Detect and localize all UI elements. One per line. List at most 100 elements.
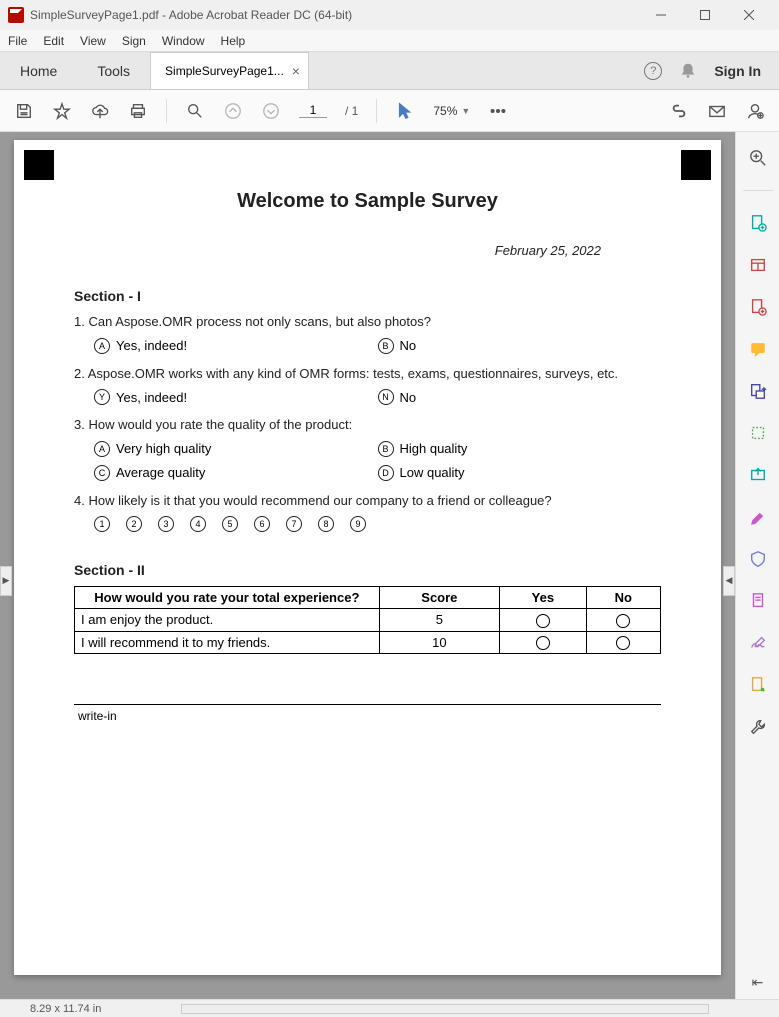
bubble-b: B xyxy=(378,338,394,354)
star-icon[interactable] xyxy=(52,101,72,121)
bubble-7: 7 xyxy=(286,516,302,532)
bubble-8: 8 xyxy=(318,516,334,532)
th-yes: Yes xyxy=(500,587,587,609)
cloud-icon[interactable] xyxy=(90,101,110,121)
q2-option-y: YYes, indeed! xyxy=(94,389,378,405)
shield-icon[interactable] xyxy=(748,549,768,569)
menu-help[interactable]: Help xyxy=(221,34,246,48)
close-tab-icon[interactable]: × xyxy=(292,63,300,79)
q2-option-n: NNo xyxy=(378,389,662,405)
expand-right-icon[interactable]: ◀ xyxy=(723,566,735,596)
writein-line xyxy=(74,704,661,705)
expand-left-icon[interactable]: ▶ xyxy=(0,566,12,596)
th-no: No xyxy=(586,587,660,609)
sign-in-button[interactable]: Sign In xyxy=(714,63,761,79)
page-up-icon[interactable] xyxy=(223,101,243,121)
tab-home[interactable]: Home xyxy=(0,52,77,89)
cell-no xyxy=(586,609,660,632)
doc-title: Welcome to Sample Survey xyxy=(74,190,661,213)
tab-tools[interactable]: Tools xyxy=(77,52,150,89)
menubar: File Edit View Sign Window Help xyxy=(0,30,779,52)
q1-option-a: AYes, indeed! xyxy=(94,338,378,354)
bubble-3: 3 xyxy=(158,516,174,532)
menu-sign[interactable]: Sign xyxy=(122,34,146,48)
th-score: Score xyxy=(379,587,499,609)
cell-score: 10 xyxy=(379,631,499,654)
tab-document[interactable]: SimpleSurveyPage1... × xyxy=(150,52,309,89)
q3-option-a: AVery high quality xyxy=(94,441,378,457)
create-pdf-icon[interactable] xyxy=(748,213,768,233)
window-title: SimpleSurveyPage1.pdf - Adobe Acrobat Re… xyxy=(30,8,639,22)
toolbar: / 1 75% ▼ xyxy=(0,90,779,132)
q1-option-b: BNo xyxy=(378,338,662,354)
minimize-button[interactable] xyxy=(639,0,683,30)
export-icon[interactable] xyxy=(748,465,768,485)
cursor-icon[interactable] xyxy=(395,101,415,121)
cell-text: I am enjoy the product. xyxy=(75,609,380,632)
stamp-icon[interactable] xyxy=(748,675,768,695)
sign-icon[interactable] xyxy=(748,633,768,653)
titlebar: SimpleSurveyPage1.pdf - Adobe Acrobat Re… xyxy=(0,0,779,30)
page-icon[interactable] xyxy=(748,591,768,611)
section2-title: Section - II xyxy=(74,562,661,578)
bubble-5: 5 xyxy=(222,516,238,532)
bell-icon[interactable] xyxy=(678,61,698,81)
bubble-b: B xyxy=(378,441,394,457)
menu-window[interactable]: Window xyxy=(162,34,205,48)
crop-icon[interactable] xyxy=(748,423,768,443)
link-icon[interactable] xyxy=(669,101,689,121)
bubble-y: Y xyxy=(94,389,110,405)
page-total: / 1 xyxy=(345,104,358,118)
zoom-value: 75% xyxy=(433,104,457,118)
wrench-icon[interactable] xyxy=(748,717,768,737)
expand-panel-icon[interactable]: ⇤ xyxy=(752,974,764,991)
layout-icon[interactable] xyxy=(748,255,768,275)
cell-score: 5 xyxy=(379,609,499,632)
zoom-select[interactable]: 75% ▼ xyxy=(433,104,470,118)
scrollbar-horizontal[interactable] xyxy=(181,1004,709,1014)
bubble-4: 4 xyxy=(190,516,206,532)
bubble-6: 6 xyxy=(254,516,270,532)
edit-pdf-icon[interactable] xyxy=(748,297,768,317)
save-icon[interactable] xyxy=(14,101,34,121)
cell-yes xyxy=(500,609,587,632)
bubble-9: 9 xyxy=(350,516,366,532)
comment-icon[interactable] xyxy=(748,339,768,359)
bubble-n: N xyxy=(378,389,394,405)
writein-label: write-in xyxy=(74,709,661,723)
search-plus-icon[interactable] xyxy=(748,148,768,168)
main-area: ▶ ◀ Welcome to Sample Survey February 25… xyxy=(0,132,779,999)
q3-option-c: CAverage quality xyxy=(94,465,378,481)
convert-icon[interactable] xyxy=(748,381,768,401)
maximize-button[interactable] xyxy=(683,0,727,30)
document-viewport[interactable]: ▶ ◀ Welcome to Sample Survey February 25… xyxy=(0,132,735,999)
statusbar: 8.29 x 11.74 in xyxy=(0,999,779,1017)
marker-top-right xyxy=(681,150,711,180)
q1-text: 1. Can Aspose.OMR process not only scans… xyxy=(74,312,661,332)
survey-table: How would you rate your total experience… xyxy=(74,586,661,654)
q3-option-b: BHigh quality xyxy=(378,441,662,457)
menu-view[interactable]: View xyxy=(80,34,106,48)
close-button[interactable] xyxy=(727,0,771,30)
cell-yes xyxy=(500,631,587,654)
app-icon xyxy=(8,7,24,23)
help-icon[interactable]: ? xyxy=(644,62,662,80)
page-input[interactable] xyxy=(299,103,327,118)
side-panel: ⇤ xyxy=(735,132,779,999)
page-down-icon[interactable] xyxy=(261,101,281,121)
mail-icon[interactable] xyxy=(707,101,727,121)
print-icon[interactable] xyxy=(128,101,148,121)
side-separator xyxy=(743,190,773,191)
menu-file[interactable]: File xyxy=(8,34,27,48)
q3-option-d: DLow quality xyxy=(378,465,662,481)
more-icon[interactable] xyxy=(488,101,508,121)
q2-text: 2. Aspose.OMR works with any kind of OMR… xyxy=(74,364,661,384)
q3-text: 3. How would you rate the quality of the… xyxy=(74,415,661,435)
find-icon[interactable] xyxy=(185,101,205,121)
profile-icon[interactable] xyxy=(745,101,765,121)
tab-document-label: SimpleSurveyPage1... xyxy=(165,64,284,78)
bubble-2: 2 xyxy=(126,516,142,532)
menu-edit[interactable]: Edit xyxy=(43,34,64,48)
highlight-icon[interactable] xyxy=(748,507,768,527)
bubble-1: 1 xyxy=(94,516,110,532)
